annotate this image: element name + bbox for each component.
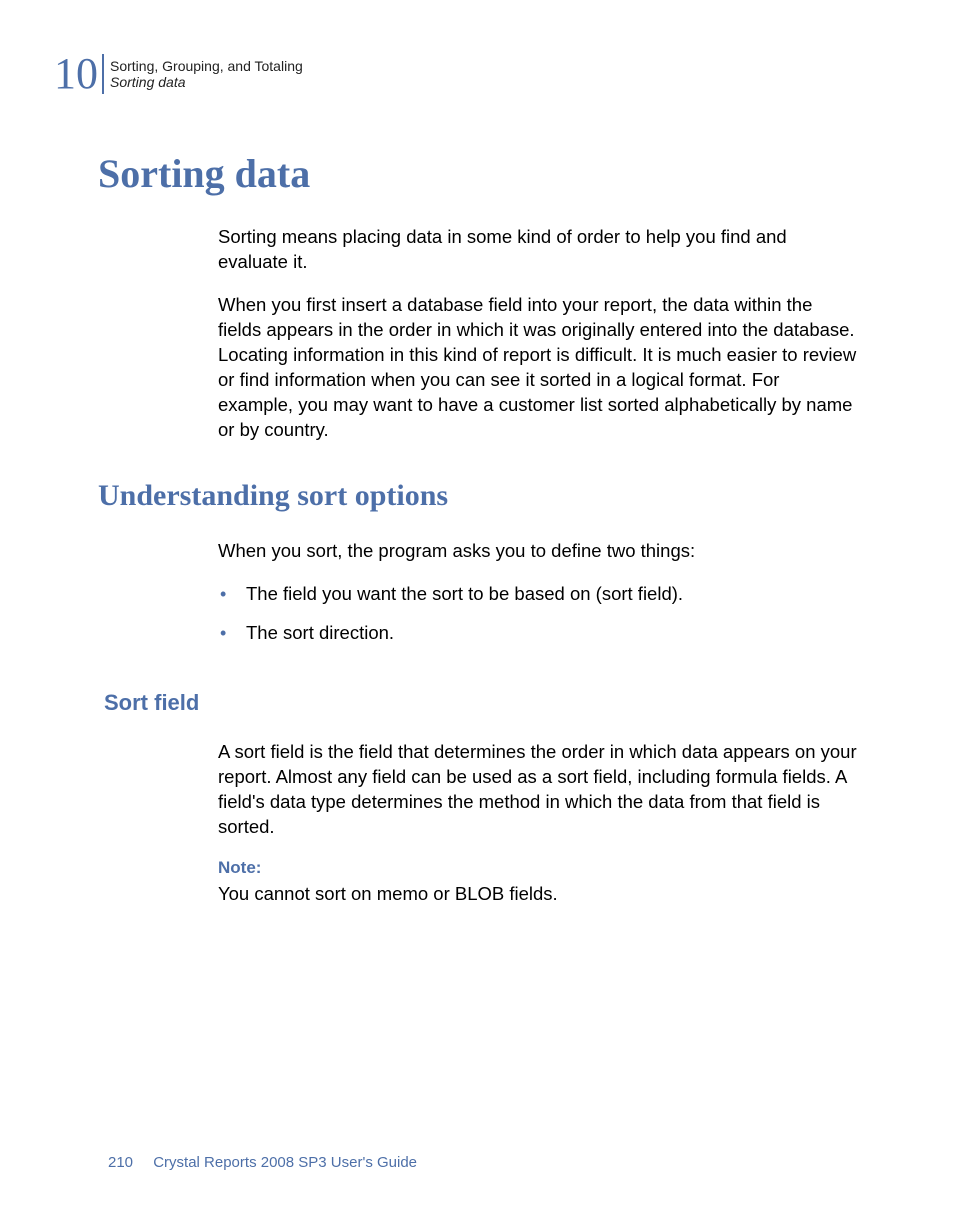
content: Sorting data Sorting means placing data …: [98, 150, 858, 907]
header-divider: [102, 54, 104, 94]
note-label: Note:: [218, 858, 858, 878]
body-block-1: Sorting means placing data in some kind …: [218, 225, 858, 443]
paragraph: Sorting means placing data in some kind …: [218, 225, 858, 275]
heading-1: Sorting data: [98, 150, 858, 197]
section-title: Sorting data: [110, 74, 303, 90]
list-item: The field you want the sort to be based …: [218, 582, 858, 607]
body-block-2: When you sort, the program asks you to d…: [218, 539, 858, 564]
list-item: The sort direction.: [218, 621, 858, 646]
chapter-title: Sorting, Grouping, and Totaling: [110, 58, 303, 74]
paragraph: When you sort, the program asks you to d…: [218, 539, 858, 564]
heading-2: Understanding sort options: [98, 479, 858, 513]
page: 10 Sorting, Grouping, and Totaling Sorti…: [0, 0, 954, 1227]
header-text: Sorting, Grouping, and Totaling Sorting …: [110, 58, 303, 90]
paragraph: When you first insert a database field i…: [218, 293, 858, 443]
page-footer: 210 Crystal Reports 2008 SP3 User's Guid…: [108, 1154, 417, 1171]
page-number: 210: [108, 1154, 133, 1171]
chapter-number: 10: [54, 52, 98, 96]
paragraph: A sort field is the field that determine…: [218, 740, 858, 840]
page-header: 10 Sorting, Grouping, and Totaling Sorti…: [54, 52, 303, 96]
body-block-3: A sort field is the field that determine…: [218, 740, 858, 907]
footer-title: Crystal Reports 2008 SP3 User's Guide: [153, 1154, 417, 1171]
note-text: You cannot sort on memo or BLOB fields.: [218, 882, 858, 907]
heading-3: Sort field: [104, 690, 858, 716]
bullet-list: The field you want the sort to be based …: [218, 582, 858, 646]
